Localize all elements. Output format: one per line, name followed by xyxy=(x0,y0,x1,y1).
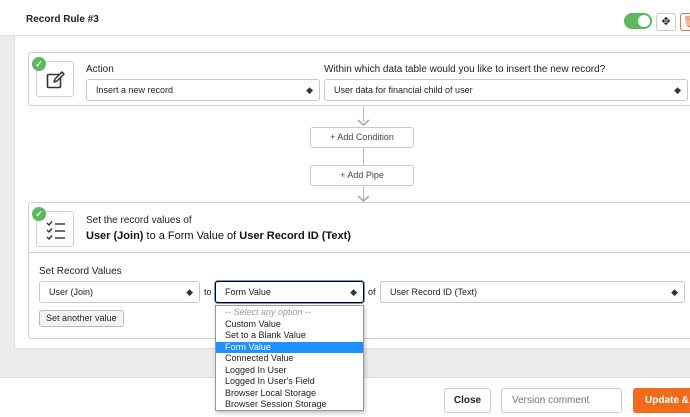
add-condition-button[interactable]: + Add Condition xyxy=(310,127,414,148)
dropdown-option[interactable]: Custom Value xyxy=(216,319,363,331)
of-label: of xyxy=(368,287,376,297)
delete-button[interactable]: 🗑 xyxy=(680,13,690,31)
value-type-select-value: Form Value xyxy=(225,287,271,297)
source-field-select[interactable]: User Record ID (Text) ◆ xyxy=(380,281,685,303)
dropdown-option-selected[interactable]: Form Value xyxy=(216,341,363,353)
dropdown-option[interactable]: Logged In User xyxy=(216,365,363,377)
rule-enabled-toggle[interactable] xyxy=(624,13,652,29)
select-arrows-icon: ◆ xyxy=(186,287,193,297)
move-icon: ✥ xyxy=(661,16,671,28)
select-arrows-icon: ◆ xyxy=(671,287,678,297)
toggle-knob xyxy=(638,15,650,27)
dropdown-option[interactable]: Connected Value xyxy=(216,353,363,365)
target-field-select[interactable]: User (Join) ◆ xyxy=(39,281,200,303)
delete-icon: 🗑 xyxy=(683,16,690,28)
update-save-button[interactable]: Update & Save xyxy=(633,388,690,413)
version-comment-input[interactable] xyxy=(501,388,622,413)
connector-arrow-icon xyxy=(357,119,370,126)
summary-mid-text: to a Form Value of xyxy=(143,230,240,242)
action-valid-check-icon: ✓ xyxy=(32,57,46,71)
set-values-intro: Set the record values of xyxy=(86,215,192,226)
target-field-name: User (Join) xyxy=(86,230,144,242)
move-button[interactable]: ✥ xyxy=(656,13,676,31)
select-arrows-icon: ◆ xyxy=(306,85,313,95)
dropdown-option[interactable]: -- Select any option -- xyxy=(216,307,363,319)
dropdown-option[interactable]: Logged In User's Field xyxy=(216,376,363,388)
add-pipe-button[interactable]: + Add Pipe xyxy=(310,165,414,186)
close-button[interactable]: Close xyxy=(444,388,491,413)
set-another-value-button[interactable]: Set another value xyxy=(39,310,124,327)
action-select-value: Insert a new record xyxy=(96,85,174,95)
value-type-dropdown-list: -- Select any option -- Custom Value Set… xyxy=(215,305,364,411)
checklist-icon xyxy=(46,221,65,240)
rule-title: Record Rule #3 xyxy=(26,14,99,25)
connector-line xyxy=(363,148,364,165)
dropdown-option[interactable]: Set to a Blank Value xyxy=(216,330,363,342)
select-arrows-icon: ◆ xyxy=(674,85,681,95)
value-type-select[interactable]: Form Value ◆ xyxy=(215,281,364,303)
dropdown-option[interactable]: Browser Session Storage xyxy=(216,399,363,411)
table-label: Within which data table would you like t… xyxy=(324,64,606,75)
action-label: Action xyxy=(86,64,114,75)
to-label: to xyxy=(204,287,212,297)
connector-arrow-icon xyxy=(357,195,370,202)
select-arrows-icon: ◆ xyxy=(350,287,357,297)
data-table-select[interactable]: User data for financial child of user ◆ xyxy=(324,79,688,101)
dropdown-option[interactable]: Browser Local Storage xyxy=(216,388,363,400)
action-select[interactable]: Insert a new record ◆ xyxy=(86,79,320,101)
source-field-select-value: User Record ID (Text) xyxy=(390,287,478,297)
set-record-values-label: Set Record Values xyxy=(39,266,122,277)
data-table-select-value: User data for financial child of user xyxy=(334,85,473,95)
target-field-select-value: User (Join) xyxy=(49,287,94,297)
set-values-valid-check-icon: ✓ xyxy=(32,207,46,221)
set-values-summary: User (Join) to a Form Value of User Reco… xyxy=(86,230,351,242)
edit-icon xyxy=(46,71,65,89)
set-values-summary-card xyxy=(28,202,690,252)
rule-header: Record Rule #3 xyxy=(0,0,690,36)
source-field-name: User Record ID (Text) xyxy=(239,230,351,242)
